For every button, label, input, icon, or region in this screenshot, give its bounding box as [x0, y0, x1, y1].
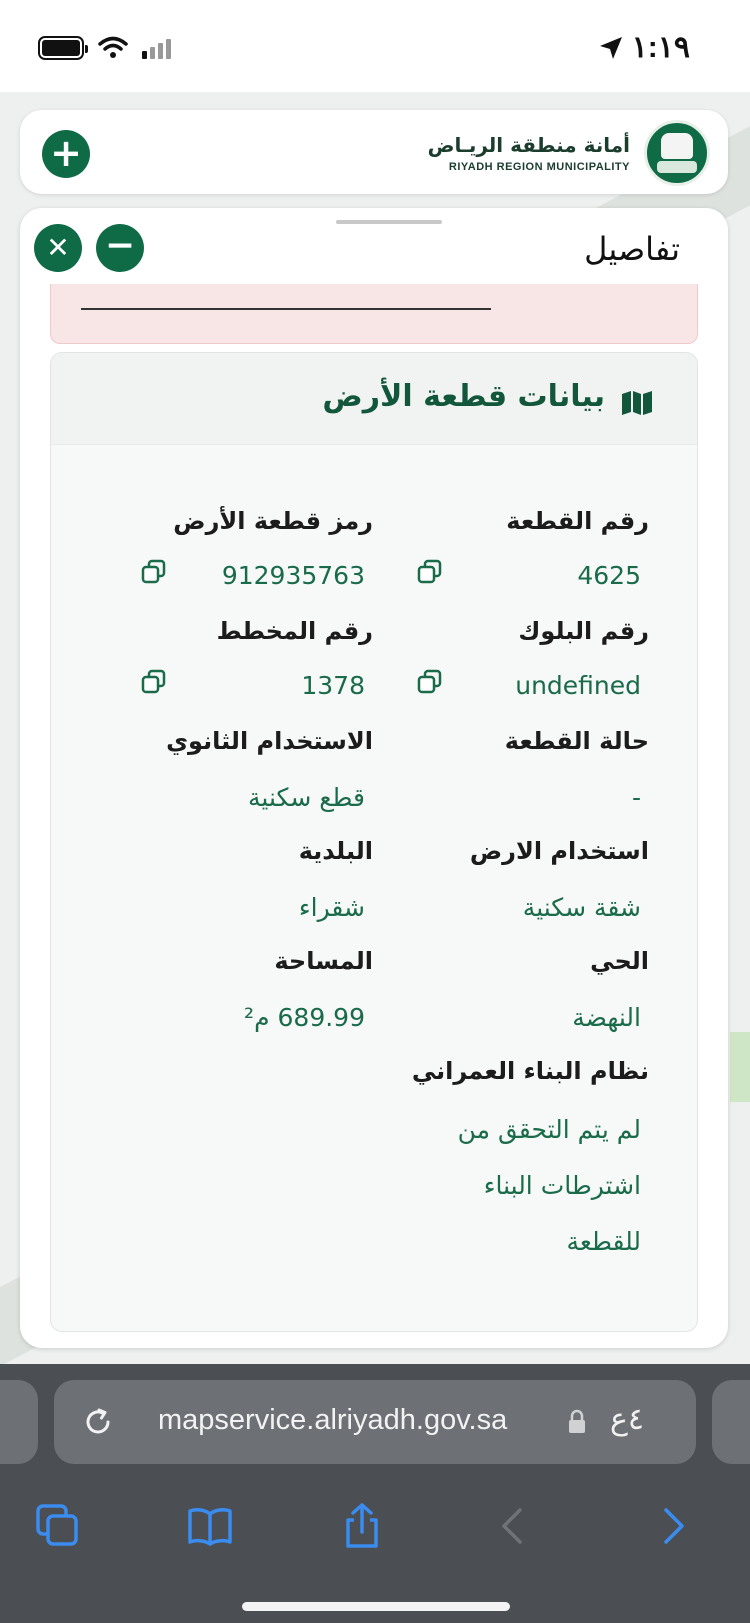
section-title: بيانات قطعة الأرض — [322, 379, 605, 414]
plot-status-label: حالة القطعة — [504, 727, 649, 755]
land-code-label: رمز قطعة الأرض — [173, 507, 373, 535]
location-arrow-icon — [599, 36, 622, 59]
zoom-in-button[interactable]: + — [42, 130, 90, 178]
close-button[interactable]: ✕ — [34, 224, 82, 272]
copy-land-code-icon[interactable] — [141, 559, 167, 585]
land-plot-card: بيانات قطعة الأرض رقم القطعة 4625 رقم ال… — [50, 352, 698, 1332]
minimize-button[interactable]: − — [96, 224, 144, 272]
land-use-label: استخدام الارض — [469, 837, 649, 865]
header-card: + أمانة منطقة الريـاض RIYADH REGION MUNI… — [20, 110, 728, 194]
status-indicators — [38, 36, 171, 60]
building-system-line-2: اشترطات البناء — [483, 1171, 641, 1200]
browser-toolbar — [0, 1474, 750, 1574]
building-system-line-3: للقطعة — [566, 1227, 641, 1256]
share-icon[interactable] — [338, 1502, 386, 1550]
home-indicator[interactable] — [242, 1602, 510, 1611]
forward-icon[interactable] — [648, 1502, 696, 1550]
wifi-icon — [98, 36, 128, 58]
plot-number-value: 4625 — [577, 561, 641, 590]
plot-status-value: - — [631, 783, 641, 812]
district-label: الحي — [590, 947, 649, 975]
municipality-label: البلدية — [298, 837, 373, 865]
building-system-label: نظام البناء العمراني — [411, 1057, 649, 1085]
logo-arabic-name: أمانة منطقة الريـاض — [427, 133, 630, 157]
previous-tab-preview[interactable] — [0, 1380, 38, 1464]
area-value: 689.99 م² — [244, 1003, 365, 1032]
building-system-line-1: لم يتم التحقق من — [457, 1115, 641, 1144]
plan-number-label: رقم المخطط — [216, 617, 373, 645]
card-header: بيانات قطعة الأرض — [51, 353, 697, 445]
drag-handle[interactable] — [336, 220, 442, 224]
status-bar: ١:١٩ — [0, 0, 750, 92]
map-icon — [622, 391, 652, 415]
tabs-icon[interactable] — [34, 1502, 82, 1550]
alert-underline — [81, 308, 491, 310]
url-text[interactable]: mapservice.alriyadh.gov.sa — [158, 1404, 507, 1437]
land-code-value: 912935763 — [221, 561, 365, 590]
reload-icon[interactable] — [82, 1406, 114, 1438]
back-icon[interactable] — [490, 1502, 538, 1550]
logo-english-name: RIYADH REGION MUNICIPALITY — [448, 161, 630, 173]
block-number-value: undefined — [515, 671, 641, 700]
district-value: النهضة — [572, 1003, 641, 1032]
browser-bar: mapservice.alriyadh.gov.sa ٤ع — [0, 1364, 750, 1623]
secondary-use-value: قطع سكنية — [248, 783, 365, 812]
bookmarks-icon[interactable] — [186, 1502, 234, 1550]
land-use-value: شقة سكنية — [522, 893, 641, 922]
area-label: المساحة — [274, 947, 373, 975]
copy-plot-number-icon[interactable] — [417, 559, 443, 585]
battery-icon — [38, 36, 88, 60]
address-bar[interactable]: mapservice.alriyadh.gov.sa ٤ع — [54, 1380, 696, 1464]
plan-number-value: 1378 — [301, 671, 365, 700]
lock-icon — [569, 1409, 585, 1433]
text-size-button[interactable]: ٤ع — [610, 1402, 644, 1437]
copy-block-number-icon[interactable] — [417, 669, 443, 695]
municipality-seal-icon — [644, 120, 710, 186]
status-time-group: ١:١٩ — [598, 30, 690, 65]
plot-number-label: رقم القطعة — [506, 507, 649, 535]
cellular-signal-icon — [142, 37, 171, 59]
details-panel: تفاصيل ✕ − بيانات قطعة الأرض رقم القطعة … — [20, 208, 728, 1348]
municipality-value: شقراء — [298, 893, 365, 922]
block-number-label: رقم البلوك — [518, 617, 649, 645]
municipality-logo: أمانة منطقة الريـاض RIYADH REGION MUNICI… — [428, 120, 710, 186]
panel-title: تفاصيل — [584, 230, 680, 268]
copy-plan-number-icon[interactable] — [141, 669, 167, 695]
alert-strip — [50, 284, 698, 344]
next-tab-preview[interactable] — [712, 1380, 750, 1464]
status-time: ١:١٩ — [631, 31, 690, 64]
secondary-use-label: الاستخدام الثانوي — [166, 727, 373, 755]
